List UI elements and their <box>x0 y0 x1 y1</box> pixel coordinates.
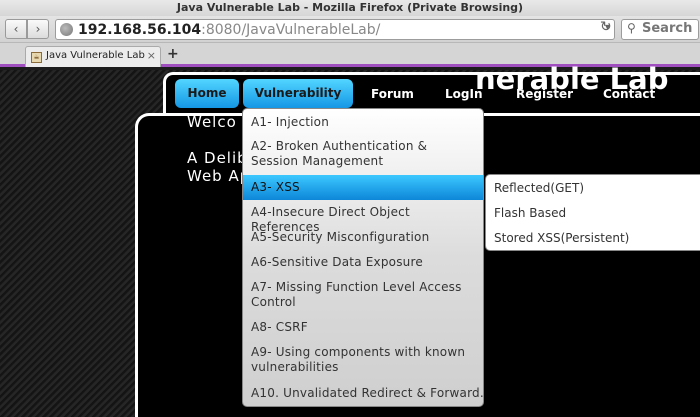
menu-item-a7-access-control[interactable]: A7- Missing Function Level Access Contro… <box>243 280 483 310</box>
menu-item-a8-csrf[interactable]: A8- CSRF <box>243 320 483 335</box>
back-arrow-icon: ‹ <box>13 22 19 36</box>
url-host: 192.168.56.104 <box>78 22 202 38</box>
reload-icon[interactable]: ↻ <box>600 19 612 35</box>
url-text[interactable]: 192.168.56.104:8080/JavaVulnerableLab/ <box>78 21 380 39</box>
menu-item-a1-injection[interactable]: A1- Injection <box>243 115 483 130</box>
tab-java-vulnerable-lab[interactable]: ☕ Java Vulnerable Lab × <box>25 46 161 67</box>
submenu-item-flash-based[interactable]: Flash Based <box>494 206 566 220</box>
nav-forum-link[interactable]: Forum <box>371 87 414 101</box>
search-input[interactable]: ⚲ Search <box>621 19 699 40</box>
menu-item-a10-redirect[interactable]: A10. Unvalidated Redirect & Forward.. <box>243 386 483 401</box>
forward-button[interactable]: › <box>27 19 49 39</box>
menu-item-a6-data-exposure[interactable]: A6-Sensitive Data Exposure <box>243 255 483 270</box>
window-title: Java Vulnerable Lab - Mozilla Firefox (P… <box>0 0 700 16</box>
submenu-item-reflected-get[interactable]: Reflected(GET) <box>494 181 584 195</box>
menu-item-a5-misconfiguration[interactable]: A5-Security Misconfiguration <box>243 230 483 245</box>
description-line-2: Web Ap <box>187 167 251 185</box>
forward-arrow-icon: › <box>35 22 41 36</box>
search-placeholder: Search <box>642 21 693 36</box>
menu-item-a3-xss[interactable]: A3- XSS <box>243 175 483 200</box>
back-button[interactable]: ‹ <box>5 19 27 39</box>
submenu-item-stored-xss[interactable]: Stored XSS(Persistent) <box>494 231 629 245</box>
tab-label: Java Vulnerable Lab <box>46 50 145 61</box>
xss-submenu: Reflected(GET) Flash Based Stored XSS(Pe… <box>485 174 700 251</box>
vulnerability-dropdown-menu: A1- Injection A2- Broken Authentication … <box>242 108 484 407</box>
nav-vulnerability-button[interactable]: Vulnerability <box>243 79 353 108</box>
menu-item-a2-broken-auth[interactable]: A2- Broken Authentication & Session Mana… <box>243 139 483 169</box>
description-line-1: A Delib <box>187 149 248 167</box>
page-heading: nerable Lab <box>475 62 669 96</box>
welcome-text: Welco <box>187 113 237 131</box>
url-bar[interactable]: 192.168.56.104:8080/JavaVulnerableLab/ ▾ <box>55 19 615 40</box>
menu-item-a9-known-vulnerabilities[interactable]: A9- Using components with known vulnerab… <box>243 345 483 375</box>
new-tab-button[interactable]: + <box>167 46 179 62</box>
site-identity-icon[interactable] <box>60 23 73 36</box>
url-path: :8080/JavaVulnerableLab/ <box>201 22 381 38</box>
nav-home-button[interactable]: Home <box>175 79 239 108</box>
close-icon[interactable]: × <box>147 49 156 62</box>
favicon-icon: ☕ <box>31 52 42 63</box>
search-icon: ⚲ <box>627 21 636 35</box>
navigation-toolbar: ‹ › 192.168.56.104:8080/JavaVulnerableLa… <box>0 16 700 43</box>
